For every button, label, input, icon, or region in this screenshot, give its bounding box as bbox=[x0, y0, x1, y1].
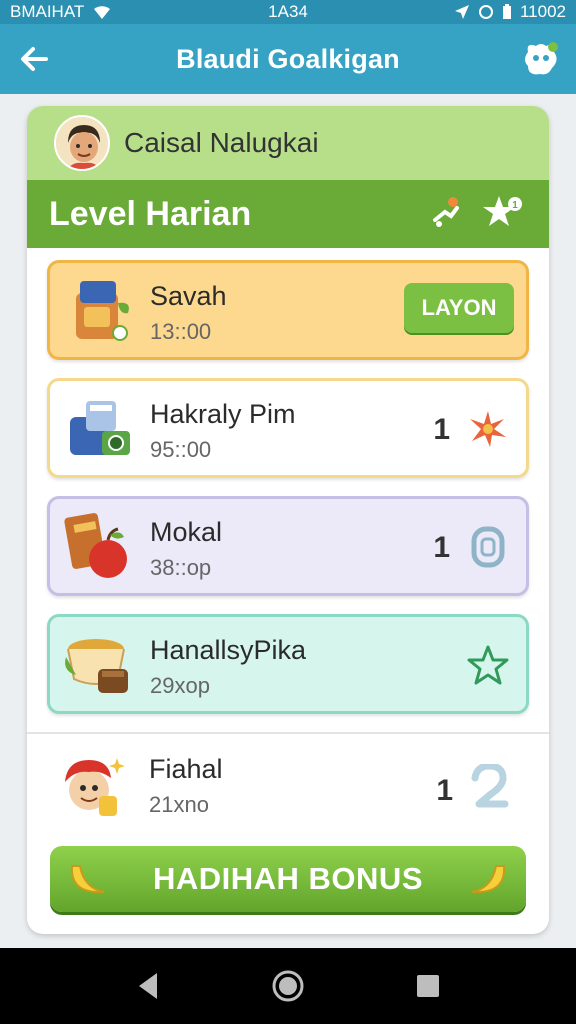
character-mascot-icon bbox=[65, 758, 125, 816]
star-icon[interactable]: 1 bbox=[481, 194, 523, 230]
task-name: Fiahal bbox=[149, 754, 223, 784]
task-time: 95::00 bbox=[150, 437, 212, 462]
star-outline-icon[interactable] bbox=[466, 643, 510, 687]
avatar-face-icon bbox=[56, 117, 108, 169]
task-time: 38::op bbox=[150, 555, 212, 580]
task-card-hakraly[interactable]: Hakraly Pim 95::00 1 bbox=[47, 378, 529, 478]
wifi-icon bbox=[94, 6, 111, 20]
book-apple-icon bbox=[64, 513, 127, 578]
profile-row[interactable]: Caisal Nalugkai bbox=[27, 106, 549, 180]
task-card-mokal[interactable]: Mokal 38::op 1 bbox=[47, 496, 529, 596]
svg-text:1: 1 bbox=[512, 200, 518, 211]
page-title: Blaudi Goalkigan bbox=[176, 43, 400, 74]
app-bar: Blaudi Goalkigan bbox=[0, 24, 576, 94]
status-bar: BMAIHAT 1A34 11002 bbox=[0, 0, 576, 24]
battery-label: 11002 bbox=[519, 2, 566, 21]
profile-name: Caisal Nalugkai bbox=[124, 127, 319, 158]
number-two-icon[interactable] bbox=[469, 764, 509, 810]
task-name: Mokal bbox=[150, 517, 223, 547]
home-circle-icon[interactable] bbox=[271, 969, 305, 1003]
task-time: 13::00 bbox=[150, 319, 212, 344]
ring-badge-icon[interactable] bbox=[466, 525, 510, 569]
goals-card: Caisal Nalugkai Level Harian 1 Savah 13:… bbox=[27, 106, 549, 934]
task-card-savah[interactable]: Savah 13::00 LAYON bbox=[47, 260, 529, 360]
carrier-label: BMAIHAT bbox=[10, 2, 85, 21]
task-count: 1 bbox=[433, 531, 450, 564]
location-icon bbox=[454, 5, 469, 19]
task-time: 29xop bbox=[150, 673, 210, 698]
task-name: HanallsyPika bbox=[150, 635, 307, 665]
bonus-button[interactable]: HADIHAH BONUS bbox=[50, 846, 526, 912]
system-nav-bar bbox=[0, 948, 576, 1024]
task-card-fiahal[interactable]: Fiahal 21xno 1 bbox=[27, 732, 549, 844]
avatar[interactable] bbox=[54, 115, 110, 171]
back-triangle-icon[interactable] bbox=[135, 971, 161, 1001]
recents-square-icon[interactable] bbox=[415, 973, 441, 999]
alarm-icon bbox=[478, 5, 493, 19]
task-name: Savah bbox=[150, 281, 227, 311]
task-name: Hakraly Pim bbox=[150, 399, 296, 429]
battery-icon bbox=[502, 4, 511, 19]
bonus-label: HADIHAH BONUS bbox=[153, 861, 423, 896]
level-header: Level Harian 1 bbox=[27, 180, 549, 248]
mascot-icon[interactable] bbox=[520, 38, 562, 80]
level-title: Level Harian bbox=[49, 194, 252, 233]
back-arrow-icon[interactable] bbox=[16, 41, 52, 77]
status-time: 1A34 bbox=[268, 2, 308, 21]
orange-burst-icon[interactable] bbox=[466, 407, 510, 451]
task-time: 21xno bbox=[149, 792, 209, 817]
task-count: 1 bbox=[436, 774, 453, 807]
banana-icon bbox=[471, 865, 506, 894]
accept-button[interactable]: LAYON bbox=[404, 283, 514, 333]
running-figure-icon[interactable] bbox=[429, 194, 465, 230]
banana-icon bbox=[70, 865, 105, 894]
backpack-icon bbox=[76, 281, 129, 341]
camera-bag-icon bbox=[70, 401, 130, 455]
task-card-hanallsypika[interactable]: HanallsyPika 29xop bbox=[47, 614, 529, 714]
task-list: Savah 13::00 LAYON Hakraly Pim 95::00 1 bbox=[27, 248, 549, 844]
food-basket-icon bbox=[65, 639, 128, 693]
task-count: 1 bbox=[433, 413, 450, 446]
